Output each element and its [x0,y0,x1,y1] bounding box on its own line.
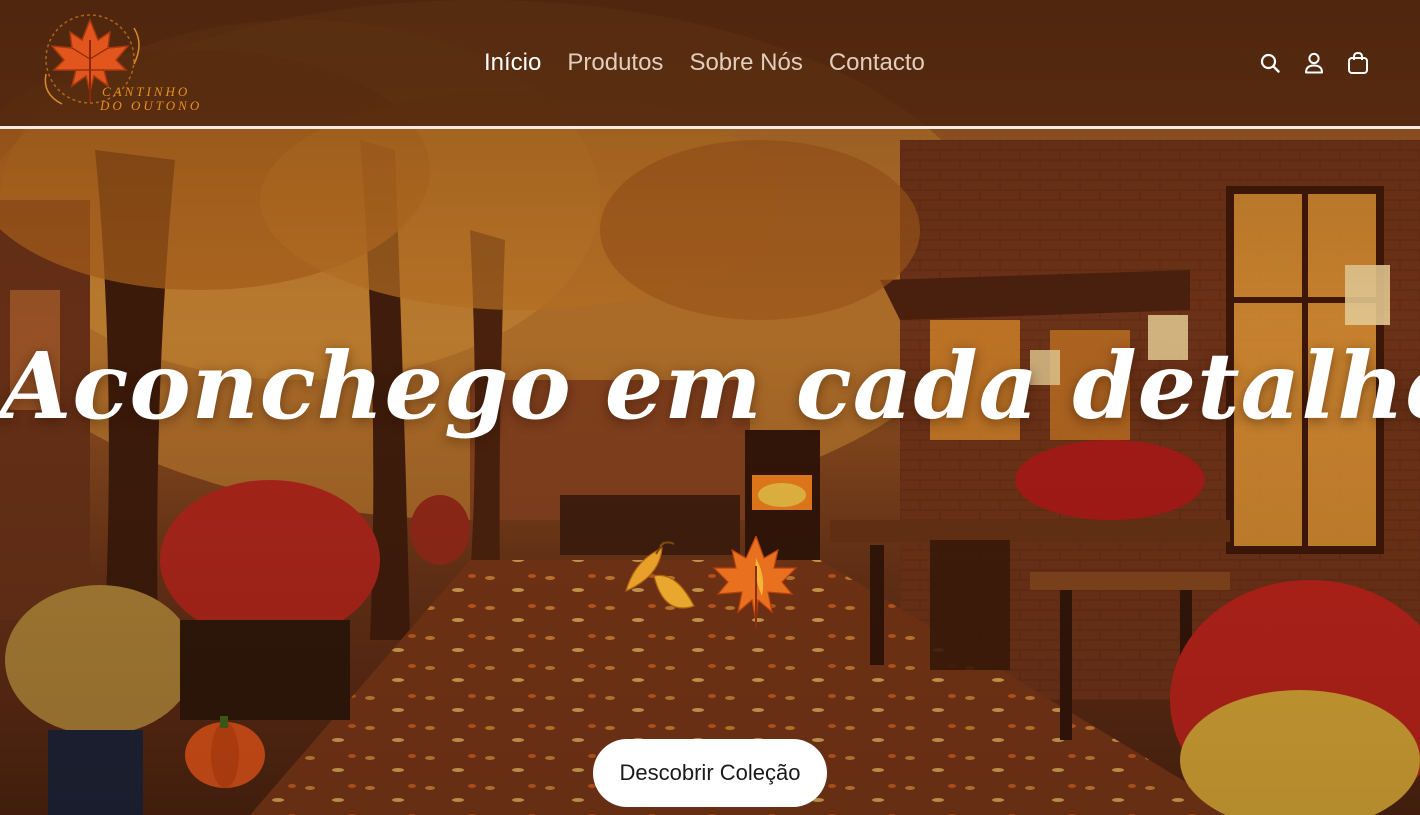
account-icon[interactable] [1302,50,1326,76]
cart-icon[interactable] [1346,50,1370,76]
autumn-leaves-icon [616,534,806,628]
site-header: CANTINHO DO OUTONO Início Produtos Sobre… [0,0,1420,129]
search-icon[interactable] [1258,50,1282,76]
nav-link-sobre-nos[interactable]: Sobre Nós [689,48,802,78]
nav-link-produtos[interactable]: Produtos [567,48,663,78]
hero-title: Aconchego em cada detalhe [0,332,1420,440]
main-navigation: Início Produtos Sobre Nós Contacto [484,48,925,78]
discover-collection-button[interactable]: Descobrir Coleção [593,739,827,807]
header-actions [1258,50,1370,76]
brand-name-line2: DO OUTONO [100,98,203,113]
nav-link-contacto[interactable]: Contacto [829,48,925,78]
nav-link-inicio[interactable]: Início [484,48,541,78]
brand-logo[interactable]: CANTINHO DO OUTONO [38,14,218,114]
